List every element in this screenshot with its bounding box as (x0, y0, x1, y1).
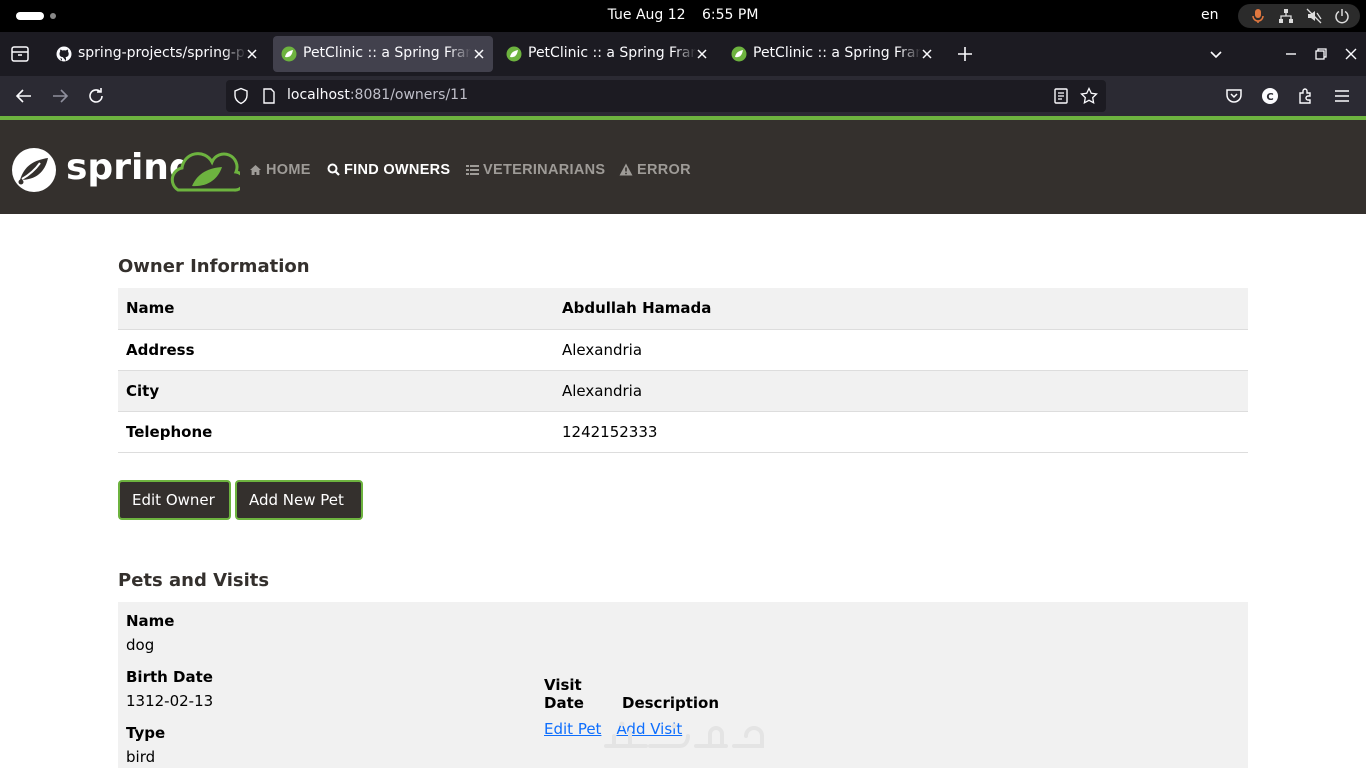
close-tab-icon[interactable] (471, 46, 487, 62)
firefox-view-icon[interactable] (8, 42, 32, 66)
tab-petclinic-3[interactable]: PetClinic :: a Spring Framework demonstr… (723, 36, 941, 72)
spring-leaf-icon (506, 46, 522, 62)
bookmark-star-icon[interactable] (1080, 87, 1098, 105)
owner-telephone-label: Telephone (126, 422, 213, 441)
nav-error-label: ERROR (637, 162, 691, 178)
tab-petclinic-active[interactable]: PetClinic :: a Spring Framework demonstr… (273, 36, 493, 72)
list-all-tabs-icon[interactable] (1206, 44, 1226, 64)
table-row: City Alexandria (118, 370, 1248, 411)
pet-name-value: dog (126, 636, 155, 654)
visit-description-header: Description (622, 694, 720, 712)
tab-title: PetClinic :: a Spring Framework demonstr… (753, 45, 921, 61)
keyboard-language[interactable]: en (1201, 7, 1219, 23)
tab-title: PetClinic :: a Spring Framework demonstr… (303, 45, 471, 61)
tab-title: spring-projects/spring-petclinic (78, 45, 246, 61)
forward-icon[interactable] (50, 86, 70, 106)
spring-logo[interactable]: spring (10, 146, 240, 196)
spring-leaf-icon (731, 46, 747, 62)
add-new-pet-button[interactable]: Add New Pet (235, 480, 363, 520)
table-row: Telephone 1242152333 (118, 411, 1248, 452)
volume-muted-icon (1306, 8, 1322, 24)
shield-icon[interactable] (232, 87, 250, 105)
power-icon (1335, 9, 1349, 24)
tab-github[interactable]: spring-projects/spring-petclinic (48, 36, 266, 72)
nav-find-owners[interactable]: FIND OWNERS (327, 162, 450, 182)
petclinic-navbar: spring HOME FIND OWNERS VETERINARIANS ER… (0, 116, 1366, 214)
close-window-icon[interactable] (1341, 44, 1361, 64)
nav-home[interactable]: HOME (249, 162, 311, 182)
page-info-icon[interactable] (260, 87, 278, 105)
pet-name-label: Name (126, 612, 175, 630)
browser-toolbar: localhost:8081/owners/11 C (0, 76, 1366, 116)
warning-icon (619, 163, 633, 176)
url-bar[interactable]: localhost:8081/owners/11 (226, 80, 1106, 112)
spring-leaf-icon (281, 46, 297, 62)
reader-view-icon[interactable] (1052, 87, 1070, 105)
watermark-logo (604, 721, 764, 748)
close-tab-icon[interactable] (694, 46, 710, 62)
owner-name-value: Abdullah Hamada (562, 299, 712, 318)
clock[interactable]: Tue Aug 12 6:55 PM (0, 7, 1366, 23)
browser-tab-strip: spring-projects/spring-petclinic PetClin… (0, 32, 1366, 76)
nav-error[interactable]: ERROR (619, 162, 691, 182)
owner-telephone-value: 1242152333 (562, 422, 658, 441)
microphone-icon (1252, 9, 1264, 23)
clock-date: Tue Aug 12 (607, 7, 686, 23)
table-row: Name Abdullah Hamada (118, 288, 1248, 329)
visit-date-header: Visit Date (544, 676, 584, 712)
minimize-icon[interactable] (1281, 44, 1301, 64)
owner-information-heading: Owner Information (118, 256, 310, 277)
pocket-icon[interactable] (1224, 86, 1244, 106)
github-icon (56, 46, 72, 62)
os-top-bar: Tue Aug 12 6:55 PM en (0, 0, 1366, 32)
pet-type-label: Type (126, 724, 166, 742)
network-icon (1279, 9, 1293, 23)
edit-owner-button[interactable]: Edit Owner (118, 480, 231, 520)
pet-details: Name dog Birth Date 1312-02-13 Type bird (126, 612, 213, 768)
nav-find-owners-label: FIND OWNERS (344, 162, 451, 178)
tab-title: PetClinic :: a Spring Framework demonstr… (528, 45, 696, 61)
visits-header-row: Visit Date Description (544, 676, 719, 712)
reload-icon[interactable] (86, 86, 106, 106)
new-tab-icon[interactable] (955, 44, 975, 64)
menu-hamburger-icon[interactable] (1332, 86, 1352, 106)
edit-pet-link[interactable]: Edit Pet (544, 720, 601, 738)
nav-home-label: HOME (266, 162, 311, 178)
owner-address-value: Alexandria (562, 340, 643, 359)
system-tray[interactable] (1238, 4, 1360, 28)
close-tab-icon[interactable] (244, 46, 260, 62)
svg-text:C: C (1266, 92, 1273, 103)
url-host: localhost (287, 87, 350, 103)
owner-city-label: City (126, 381, 160, 400)
pet-type-value: bird (126, 748, 156, 766)
url-text[interactable]: localhost:8081/owners/11 (287, 87, 468, 103)
clock-time: 6:55 PM (702, 7, 759, 23)
tab-petclinic-2[interactable]: PetClinic :: a Spring Framework demonstr… (498, 36, 716, 72)
owner-address-label: Address (126, 340, 195, 359)
owner-name-label: Name (126, 299, 175, 318)
restore-icon[interactable] (1311, 44, 1331, 64)
url-path: :8081/owners/11 (349, 87, 468, 103)
pet-birth-date-value: 1312-02-13 (126, 692, 214, 710)
nav-veterinarians[interactable]: VETERINARIANS (466, 162, 605, 182)
pet-birth-date-label: Birth Date (126, 668, 213, 686)
search-icon (327, 163, 340, 176)
owner-city-value: Alexandria (562, 381, 643, 400)
owner-info-table: Name Abdullah Hamada Address Alexandria … (118, 288, 1248, 453)
table-row: Address Alexandria (118, 329, 1248, 370)
close-tab-icon[interactable] (919, 46, 935, 62)
extensions-icon[interactable] (1296, 86, 1316, 106)
account-avatar-icon[interactable]: C (1260, 86, 1280, 106)
pets-and-visits-heading: Pets and Visits (118, 570, 270, 591)
back-icon[interactable] (14, 86, 34, 106)
nav-veterinarians-label: VETERINARIANS (483, 162, 606, 178)
home-icon (250, 165, 261, 175)
list-icon (466, 165, 479, 175)
